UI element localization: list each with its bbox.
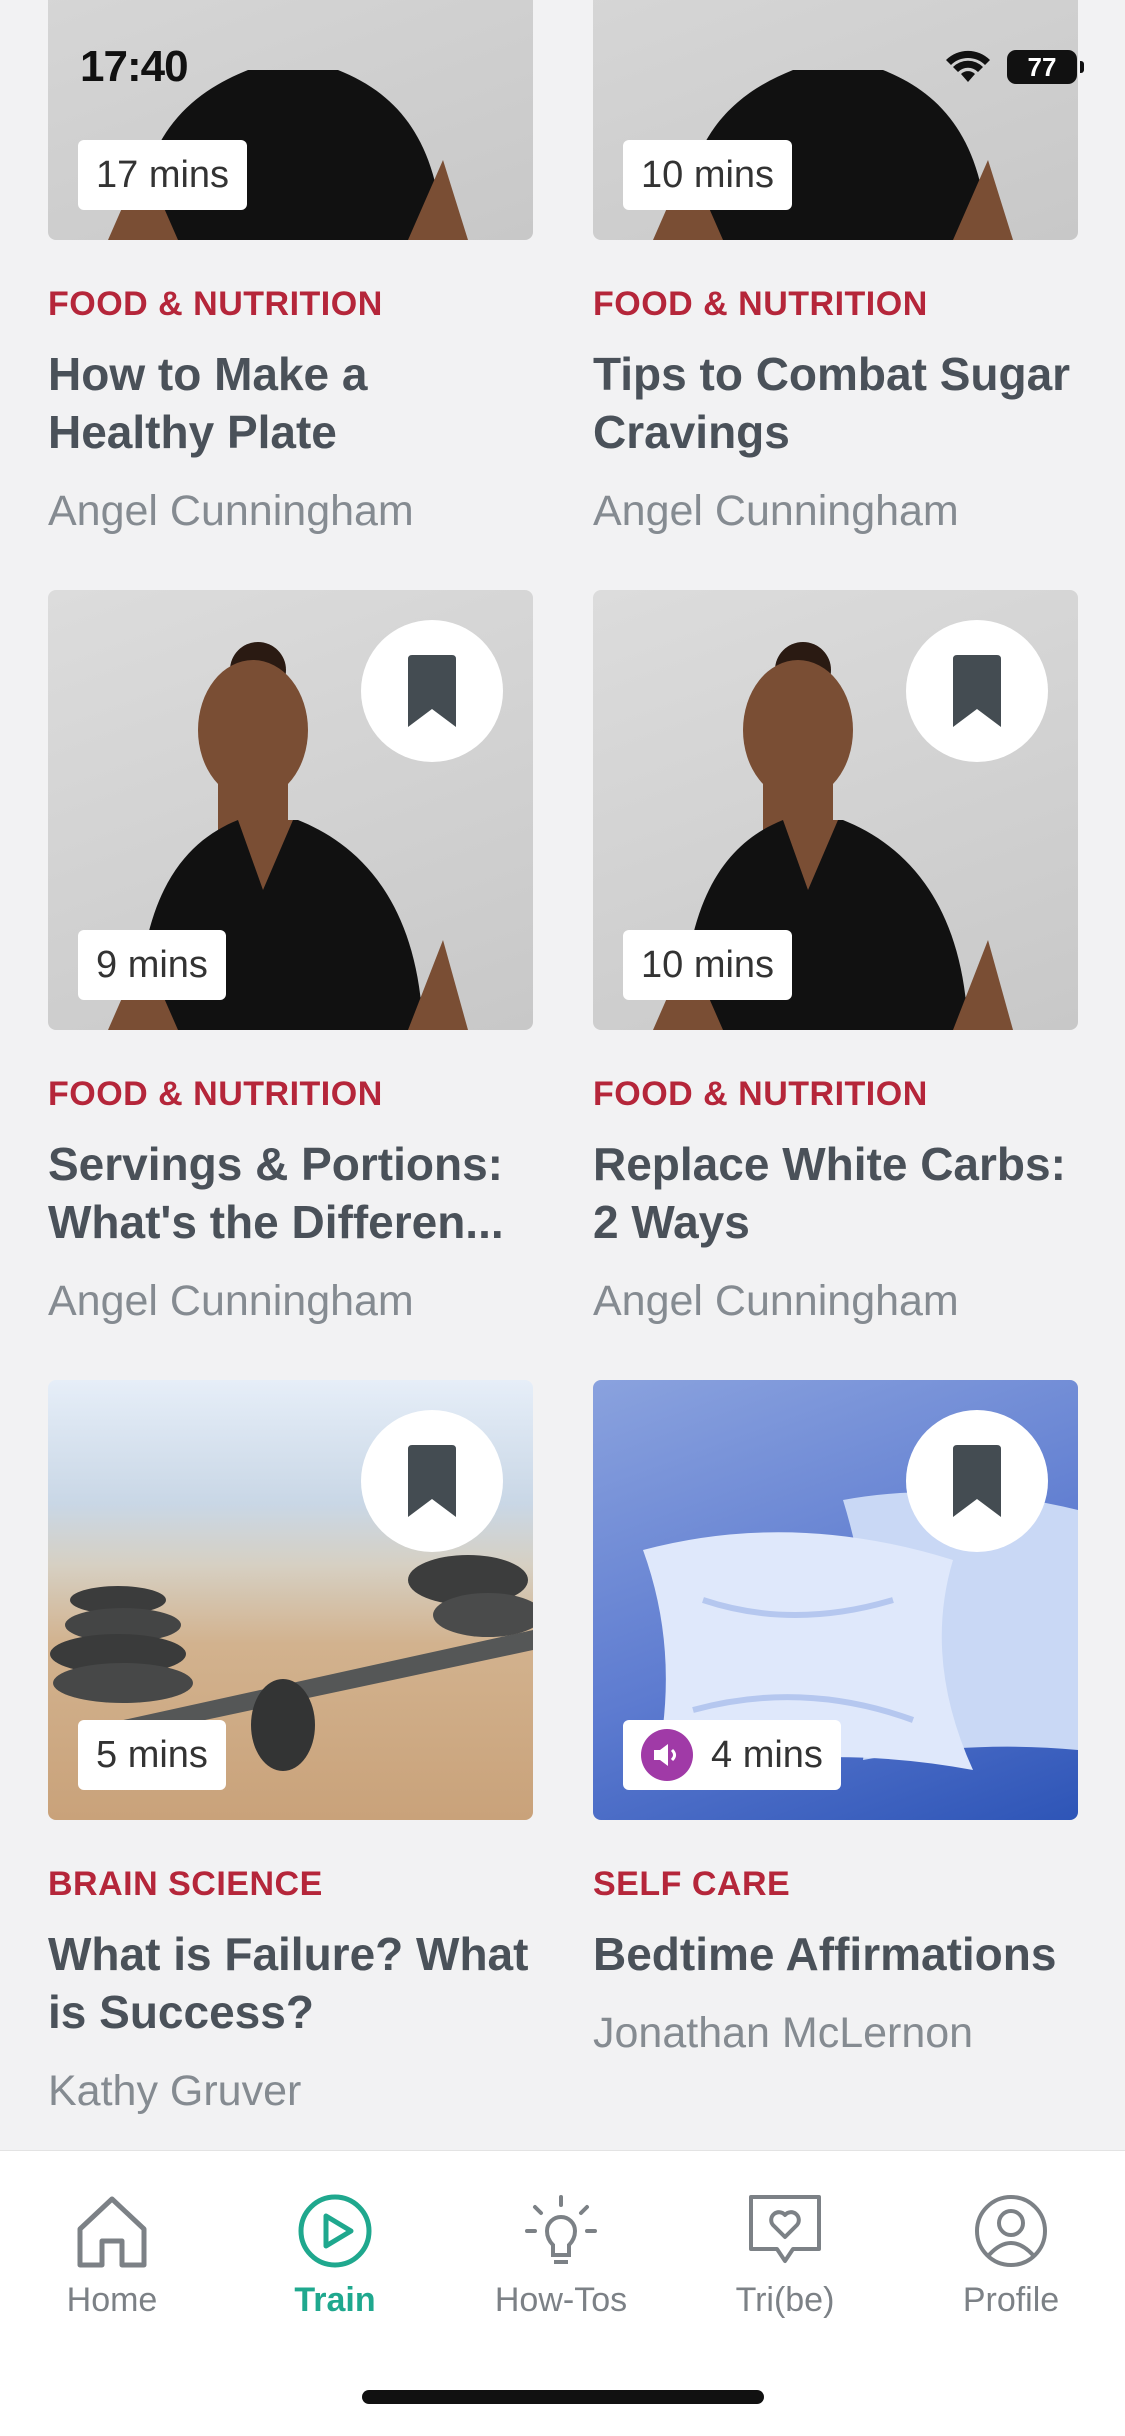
duration-text: 9 mins xyxy=(96,943,208,986)
duration-text: 10 mins xyxy=(641,943,775,986)
nav-howtos-label: How-Tos xyxy=(494,2281,628,2319)
duration-badge: 4 mins xyxy=(623,1720,841,1790)
card-title: What is Failure? What is Success? xyxy=(48,1928,529,2038)
nav-tribe-label: Tri(be) xyxy=(735,2281,835,2319)
profile-icon xyxy=(975,2195,1047,2267)
bookmark-icon xyxy=(408,1445,456,1517)
bookmark-icon xyxy=(953,655,1001,727)
card-category: FOOD & NUTRITION xyxy=(593,285,928,323)
play-icon xyxy=(298,2194,372,2268)
card-title: Servings & Portions: What's the Differen… xyxy=(48,1138,504,1248)
nav-howtos[interactable]: How-Tos xyxy=(461,2191,661,2320)
duration-badge: 9 mins xyxy=(78,930,226,1000)
duration-badge: 10 mins xyxy=(623,140,793,210)
card-category: FOOD & NUTRITION xyxy=(593,1075,928,1113)
nav-profile-label: Profile xyxy=(962,2281,1060,2319)
card-title: Replace White Carbs: 2 Ways xyxy=(593,1138,1066,1248)
bookmark-icon xyxy=(953,1445,1001,1517)
bottom-nav: Home Train How-Tos Tri(be) Profile xyxy=(0,2150,1125,2436)
nav-tribe[interactable]: Tri(be) xyxy=(685,2191,885,2320)
card-author: Angel Cunningham xyxy=(593,487,959,535)
bookmark-button[interactable] xyxy=(361,1410,503,1552)
duration-badge: 5 mins xyxy=(78,1720,226,1790)
duration-badge: 17 mins xyxy=(78,140,248,210)
nav-home[interactable]: Home xyxy=(12,2191,212,2320)
nav-train[interactable]: Train xyxy=(235,2191,435,2320)
duration-text: 5 mins xyxy=(96,1733,208,1776)
nav-train-label: Train xyxy=(294,2281,376,2319)
nav-profile[interactable]: Profile xyxy=(911,2191,1111,2320)
card-category: BRAIN SCIENCE xyxy=(48,1865,323,1903)
home-indicator xyxy=(362,2390,764,2404)
card-thumbnail: 10 mins xyxy=(593,0,1078,240)
card-title: How to Make a Healthy Plate xyxy=(48,348,368,458)
duration-text: 4 mins xyxy=(711,1733,823,1776)
card-category: FOOD & NUTRITION xyxy=(48,1075,383,1113)
card-author: Angel Cunningham xyxy=(593,1277,959,1325)
card-category: FOOD & NUTRITION xyxy=(48,285,383,323)
card-thumbnail: 5 mins xyxy=(48,1380,533,1820)
duration-badge: 10 mins xyxy=(623,930,793,1000)
duration-text: 10 mins xyxy=(641,153,775,196)
bookmark-button[interactable] xyxy=(906,1410,1048,1552)
chat-heart-icon xyxy=(749,2195,821,2263)
card-thumbnail: 4 mins xyxy=(593,1380,1078,1820)
card-title: Bedtime Affirmations xyxy=(593,1928,1057,1980)
card-author: Angel Cunningham xyxy=(48,1277,414,1325)
home-icon xyxy=(77,2196,147,2268)
card-author: Angel Cunningham xyxy=(48,487,414,535)
bookmark-button[interactable] xyxy=(361,620,503,762)
card-title: Tips to Combat Sugar Cravings xyxy=(593,348,1071,458)
card-thumbnail: 17 mins xyxy=(48,0,533,240)
card-category: SELF CARE xyxy=(593,1865,791,1903)
card-thumbnail: 10 mins xyxy=(593,590,1078,1030)
duration-text: 17 mins xyxy=(96,153,230,196)
card-author: Kathy Gruver xyxy=(48,2067,302,2115)
audio-icon xyxy=(641,1729,693,1781)
bookmark-icon xyxy=(408,655,456,727)
card-thumbnail: 9 mins xyxy=(48,590,533,1030)
nav-home-label: Home xyxy=(66,2281,158,2319)
bookmark-button[interactable] xyxy=(906,620,1048,762)
card-author: Jonathan McLernon xyxy=(593,2009,974,2057)
lightbulb-icon xyxy=(525,2195,597,2264)
